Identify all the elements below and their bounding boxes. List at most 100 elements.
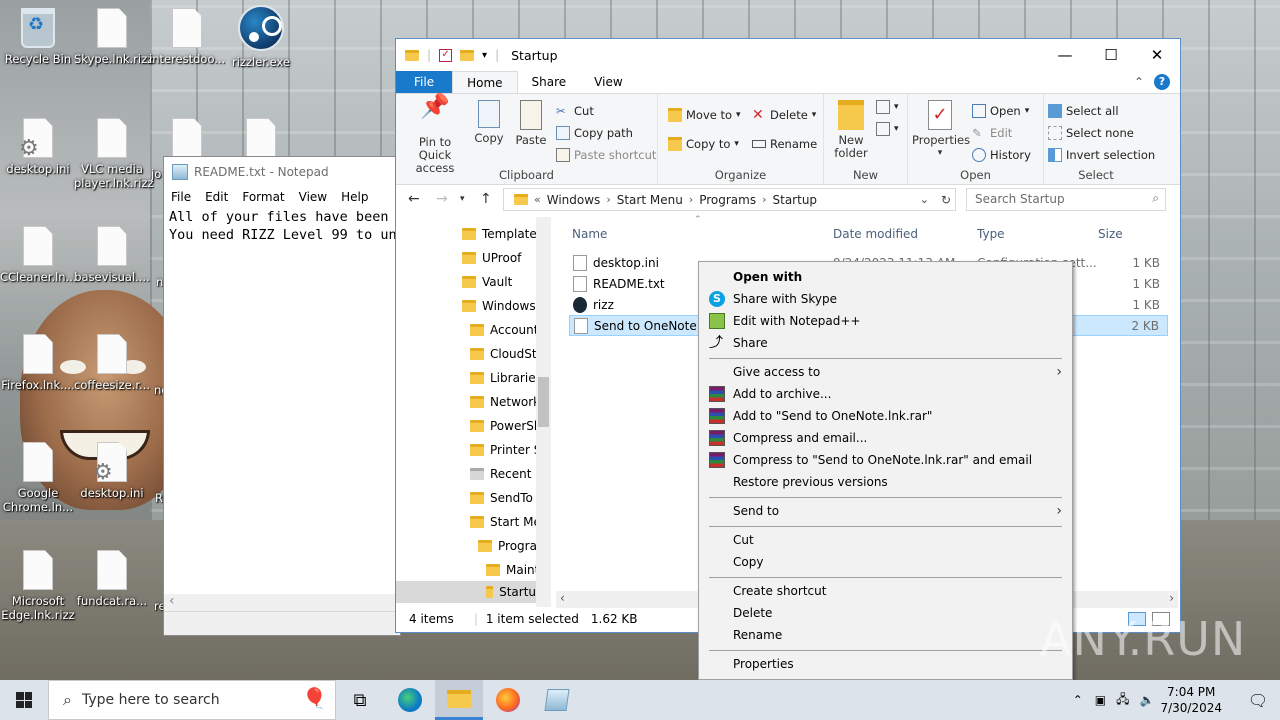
menu-item-edit-notepadpp[interactable]: Edit with Notepad++ bbox=[699, 310, 1072, 332]
notepad-window[interactable]: README.txt - Notepad File Edit Format Vi… bbox=[163, 156, 402, 636]
search-input[interactable]: Search Startup ⌕ bbox=[966, 188, 1166, 211]
nav-item[interactable]: SendTo bbox=[470, 487, 533, 509]
scrollbar-thumb[interactable] bbox=[538, 377, 549, 427]
explorer-titlebar[interactable]: | ✓ ▾ | Startup — ☐ ✕ bbox=[396, 39, 1180, 71]
desktop-icon-skype[interactable]: Skype.lnk.rizz bbox=[74, 8, 153, 66]
desktop-icon-interestdoo[interactable]: interestdoo... bbox=[149, 8, 225, 66]
menu-view[interactable]: View bbox=[299, 190, 327, 204]
column-name[interactable]: Name bbox=[572, 227, 607, 241]
copy-to-button[interactable]: Copy to ▾ bbox=[668, 137, 739, 151]
desktop-icon-coffeesize[interactable]: coffeesize.r... bbox=[74, 334, 150, 392]
start-button[interactable] bbox=[0, 680, 48, 720]
breadcrumb-overflow[interactable]: « bbox=[534, 193, 541, 206]
taskbar-file-explorer[interactable] bbox=[435, 680, 483, 720]
new-folder-quick-icon[interactable] bbox=[460, 49, 475, 61]
pin-quick-access-button[interactable]: 📌 Pin to Quick access bbox=[402, 94, 468, 175]
desktop-icon-vlc[interactable]: VLC media player.lnk.rizz bbox=[74, 118, 154, 190]
tab-home[interactable]: Home bbox=[452, 71, 518, 93]
breadcrumb-item[interactable]: Windows bbox=[547, 193, 601, 207]
tab-file[interactable]: File bbox=[396, 71, 453, 93]
desktop-icon-basevisual[interactable]: basevisual.... bbox=[74, 226, 150, 284]
menu-help[interactable]: Help bbox=[341, 190, 368, 204]
desktop-icon-ccleaner[interactable]: CCleaner.ln... bbox=[0, 226, 77, 284]
tab-share[interactable]: Share bbox=[518, 71, 581, 93]
properties-quick-icon[interactable]: ✓ bbox=[439, 48, 453, 62]
breadcrumb-item[interactable]: Programs bbox=[699, 193, 756, 207]
breadcrumb-item[interactable]: Startup bbox=[773, 193, 818, 207]
menu-item-properties[interactable]: Properties bbox=[699, 653, 1072, 675]
desktop-icon-recycle-bin[interactable]: Recycle Bin bbox=[0, 8, 76, 66]
nav-item[interactable]: Templates bbox=[462, 223, 543, 245]
nav-item[interactable]: PowerSh bbox=[470, 415, 542, 437]
nav-item-selected[interactable]: Startu bbox=[396, 581, 536, 603]
move-to-button[interactable]: Move to ▾ bbox=[668, 108, 741, 122]
desktop-icon-desktop-ini-2[interactable]: ⚙ desktop.ini bbox=[74, 442, 150, 500]
recent-locations-button[interactable]: ▾ bbox=[460, 194, 465, 204]
rename-button[interactable]: Rename bbox=[752, 137, 817, 151]
delete-button[interactable]: ✕ Delete ▾ bbox=[752, 108, 816, 122]
nav-item[interactable]: UProof bbox=[462, 247, 521, 269]
history-button[interactable]: History bbox=[972, 148, 1031, 162]
menu-item-add-rar[interactable]: Add to "Send to OneNote.lnk.rar" bbox=[699, 405, 1072, 427]
copy-button[interactable]: Copy bbox=[472, 100, 506, 145]
menu-file[interactable]: File bbox=[171, 190, 191, 204]
taskbar-edge[interactable] bbox=[386, 680, 434, 720]
menu-format[interactable]: Format bbox=[242, 190, 284, 204]
nav-item[interactable]: Vault bbox=[462, 271, 512, 293]
refresh-icon[interactable]: ↻ bbox=[941, 193, 951, 207]
easy-access-button[interactable]: ▾ bbox=[876, 122, 899, 136]
nav-item[interactable]: Recent It bbox=[470, 463, 544, 485]
menu-item-share[interactable]: ⤴ Share bbox=[699, 332, 1072, 354]
edit-button[interactable]: ✎ Edit bbox=[972, 126, 1012, 140]
menu-item-give-access[interactable]: Give access to › bbox=[699, 361, 1072, 383]
clock[interactable]: 7:04 PM 7/30/2024 bbox=[1160, 684, 1222, 716]
chevron-down-icon[interactable]: ⌄ bbox=[920, 193, 929, 206]
new-folder-button[interactable]: New folder bbox=[828, 100, 874, 160]
desktop-icon-edge[interactable]: Microsoft Edge.lnk.rizz bbox=[0, 550, 76, 622]
column-date[interactable]: Date modified bbox=[833, 227, 918, 241]
new-item-button[interactable]: ▾ bbox=[876, 100, 899, 114]
customize-quick-access-icon[interactable]: ▾ bbox=[482, 50, 487, 61]
show-hidden-icons-icon[interactable]: ⌃ bbox=[1073, 693, 1083, 707]
nav-item[interactable]: CloudSto bbox=[470, 343, 544, 365]
column-size[interactable]: Size bbox=[1098, 227, 1123, 241]
menu-item-share-skype[interactable]: S Share with Skype bbox=[699, 288, 1072, 310]
close-button[interactable]: ✕ bbox=[1134, 39, 1180, 71]
forward-button[interactable]: → bbox=[436, 191, 448, 207]
menu-item-restore[interactable]: Restore previous versions bbox=[699, 471, 1072, 493]
notepad-text-area[interactable]: All of your files have been e You need RI… bbox=[168, 208, 402, 598]
nav-item[interactable]: Windows bbox=[462, 295, 536, 317]
nav-scrollbar[interactable] bbox=[536, 217, 551, 607]
notepad-titlebar[interactable]: README.txt - Notepad bbox=[164, 157, 400, 187]
open-button[interactable]: Open ▾ bbox=[972, 104, 1029, 118]
desktop-icon-chrome[interactable]: Google Chrome.ln... bbox=[0, 442, 76, 514]
menu-item-add-archive[interactable]: Add to archive... bbox=[699, 383, 1072, 405]
taskbar-firefox[interactable] bbox=[484, 680, 532, 720]
desktop-icon-rizzler[interactable]: rizzler.exe bbox=[223, 5, 299, 69]
nav-item[interactable]: Network bbox=[470, 391, 540, 413]
paste-button[interactable]: Paste bbox=[514, 100, 548, 147]
notifications-icon[interactable]: 🗨 bbox=[1236, 691, 1280, 710]
menu-item-cut[interactable]: Cut bbox=[699, 529, 1072, 551]
desktop-icon-desktop-ini[interactable]: ⚙ desktop.ini bbox=[0, 118, 76, 176]
nav-item[interactable]: Account bbox=[470, 319, 538, 341]
menu-item-create-shortcut[interactable]: Create shortcut bbox=[699, 580, 1072, 602]
breadcrumb-item[interactable]: Start Menu bbox=[617, 193, 683, 207]
back-button[interactable]: ← bbox=[408, 191, 420, 207]
horizontal-scrollbar[interactable] bbox=[164, 593, 400, 611]
menu-item-open-with[interactable]: Open with bbox=[699, 266, 1072, 288]
desktop-icon-firefox[interactable]: Firefox.lnk.... bbox=[0, 334, 76, 392]
app-tray-icon[interactable]: ▣ bbox=[1095, 693, 1106, 707]
cut-button[interactable]: ✂ Cut bbox=[556, 104, 594, 118]
taskbar-search-input[interactable]: ⌕ Type here to search 🎈 bbox=[48, 680, 336, 720]
address-bar[interactable]: « Windows › Start Menu › Programs › Startup… bbox=[503, 188, 956, 211]
select-all-button[interactable]: Select all bbox=[1048, 104, 1119, 118]
menu-item-rename[interactable]: Rename bbox=[699, 624, 1072, 646]
column-type[interactable]: Type bbox=[977, 227, 1005, 241]
menu-edit[interactable]: Edit bbox=[205, 190, 228, 204]
menu-item-delete[interactable]: Delete bbox=[699, 602, 1072, 624]
maximize-button[interactable]: ☐ bbox=[1088, 39, 1134, 71]
collapse-ribbon-icon[interactable]: ⌃ bbox=[1134, 75, 1144, 89]
menu-item-compress-email[interactable]: Compress and email... bbox=[699, 427, 1072, 449]
nav-item[interactable]: Maint bbox=[486, 559, 539, 581]
